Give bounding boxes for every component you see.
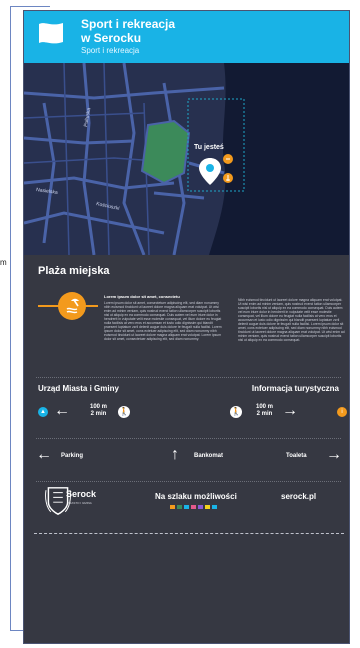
you-are-here-label: Tu jesteś: [194, 144, 224, 151]
distance-right-min: 2 min: [256, 411, 273, 417]
page-root: m Sport i rekreacja w Serocku Sport i re…: [0, 0, 360, 648]
direction-right-title: Informacja turystyczna: [251, 384, 339, 393]
walking-icon: 🚶: [118, 406, 130, 418]
section-lead: Lorem ipsum dolor sit amet, consectetu: [104, 294, 180, 299]
info-point-icon: i: [337, 407, 347, 417]
flag-icon: [39, 23, 63, 44]
parking-arrow-icon: ←: [36, 446, 52, 463]
distance-right: 100 m 2 min: [256, 404, 273, 418]
frame-guide-left: [10, 6, 11, 630]
toilet-label: Toaleta: [286, 453, 307, 459]
divider-2: [36, 438, 341, 439]
logo-name: Serock: [66, 489, 97, 499]
section-text-col1: Lorem ipsum dolor sit amet, consectetuer…: [104, 301, 222, 341]
park-area: [140, 119, 191, 185]
distance-left-min: 2 min: [90, 411, 107, 417]
website-link[interactable]: serock.pl: [281, 492, 316, 501]
header-title: Sport i rekreacja w Serocku: [81, 17, 301, 45]
trail-slogan: Na szlaku możliwości: [155, 492, 237, 501]
distance-right-m: 100 m: [256, 404, 274, 410]
dimension-label: m: [0, 258, 7, 267]
direction-left-title: Urząd Miasta i Gminy: [38, 384, 119, 393]
distance-left: 100 m 2 min: [90, 404, 107, 418]
header-title-line1: Sport i rekreacja: [81, 17, 176, 31]
toilet-arrow-icon: →: [326, 446, 342, 463]
atm-arrow-icon: ↑: [171, 446, 179, 463]
divider-1: [36, 377, 341, 378]
info-sign-panel: Sport i rekreacja w Serocku Sport i rekr…: [23, 10, 350, 644]
parking-label: Parking: [61, 453, 84, 459]
frame-guide-top: [10, 6, 50, 7]
map-graphic: Pułtuska Nasielska Kościuszki Tu jesteś: [24, 63, 349, 255]
arrow-left-icon: ←: [54, 402, 70, 419]
beach-line-right: [86, 305, 98, 307]
atm-label: Bankomat: [194, 453, 224, 459]
section-title: Plaża miejska: [38, 265, 110, 277]
header-subtitle: Sport i rekreacja: [81, 46, 140, 55]
beach-icon: [58, 292, 86, 320]
city-hall-icon: ▲: [38, 407, 48, 417]
header-title-line2: w Serocku: [81, 31, 142, 45]
distance-left-m: 100 m: [90, 404, 108, 410]
logo-subtitle: MIASTO I GMINA: [68, 501, 92, 505]
walking-icon-right: 🚶: [230, 406, 242, 418]
cut-line: [34, 533, 344, 534]
trail-icons: [170, 505, 217, 509]
arrow-right-icon: →: [282, 402, 298, 419]
divider-3: [36, 481, 341, 482]
section-text-col2: Nibh euismod tincidunt ut laoreet dolore…: [238, 298, 345, 342]
location-map[interactable]: Pułtuska Nasielska Kościuszki Tu jesteś: [24, 63, 349, 255]
frame-guide-bottom: [10, 630, 24, 631]
sign-header: Sport i rekreacja w Serocku Sport i rekr…: [24, 11, 349, 63]
